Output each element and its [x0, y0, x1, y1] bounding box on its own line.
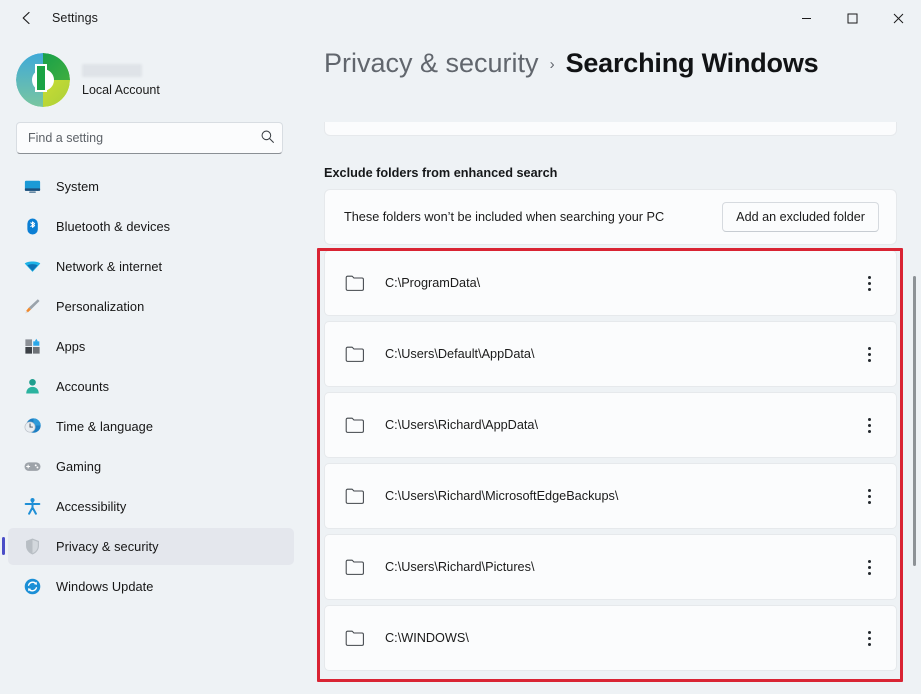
scrollbar[interactable] [913, 186, 916, 694]
folder-icon [344, 414, 366, 436]
add-excluded-folder-button[interactable]: Add an excluded folder [722, 202, 879, 232]
more-vertical-icon[interactable] [855, 339, 883, 369]
sidebar-item-label: Privacy & security [56, 539, 159, 554]
folder-path-label: C:\Users\Richard\Pictures\ [385, 560, 535, 574]
minimize-button[interactable] [783, 0, 829, 36]
wifi-icon [22, 257, 42, 277]
title-bar: Settings [0, 0, 921, 36]
arrow-left-icon [22, 11, 30, 25]
maximize-icon [847, 13, 857, 23]
account-text: Local Account [82, 53, 160, 107]
sidebar-item-accounts[interactable]: Accounts [8, 368, 294, 405]
more-vertical-icon[interactable] [855, 623, 883, 653]
close-icon [893, 13, 903, 23]
sidebar-item-personalization[interactable]: Personalization [8, 288, 294, 325]
folder-path-label: C:\ProgramData\ [385, 276, 481, 290]
sidebar-item-apps[interactable]: Apps [8, 328, 294, 365]
exclude-info-text: These folders won’t be included when sea… [344, 210, 665, 224]
sidebar-item-label: Personalization [56, 299, 145, 314]
breadcrumb: Privacy & security › Searching Windows [324, 48, 921, 79]
table-row[interactable]: C:\Users\Default\AppData\ [324, 321, 897, 387]
account-summary[interactable]: Local Account [0, 36, 300, 110]
sidebar-item-label: System [56, 179, 99, 194]
folder-path-label: C:\Users\Richard\MicrosoftEdgeBackups\ [385, 489, 619, 503]
search-container [16, 122, 284, 154]
sidebar-item-system[interactable]: System [8, 168, 294, 205]
more-vertical-icon[interactable] [855, 481, 883, 511]
content-pane: Privacy & security › Searching Windows E… [300, 36, 921, 694]
shield-icon [22, 537, 42, 557]
sidebar-item-label: Bluetooth & devices [56, 219, 171, 234]
previous-section-card-partial [324, 122, 897, 136]
gamepad-icon [22, 457, 42, 477]
section-title: Exclude folders from enhanced search [324, 166, 558, 180]
sidebar-item-label: Accounts [56, 379, 110, 394]
minimize-icon [801, 17, 811, 19]
more-vertical-icon[interactable] [855, 268, 883, 298]
folder-path-label: C:\WINDOWS\ [385, 631, 469, 645]
breadcrumb-parent-link[interactable]: Privacy & security [324, 48, 539, 79]
sidebar-item-time-language[interactable]: Time & language [8, 408, 294, 445]
paintbrush-icon [22, 297, 42, 317]
sidebar-item-label: Time & language [56, 419, 154, 434]
table-row[interactable]: C:\Users\Richard\Pictures\ [324, 534, 897, 600]
clock-globe-icon [22, 417, 42, 437]
avatar [16, 53, 70, 107]
sidebar-item-accessibility[interactable]: Accessibility [8, 488, 294, 525]
sidebar-item-bluetooth-devices[interactable]: Bluetooth & devices [8, 208, 294, 245]
sidebar-item-network-internet[interactable]: Network & internet [8, 248, 294, 285]
table-row[interactable]: C:\Users\Richard\MicrosoftEdgeBackups\ [324, 463, 897, 529]
settings-window: Settings Local Account Find a setting Sy… [0, 0, 921, 694]
window-body: Local Account Find a setting System Blue… [0, 36, 921, 694]
refresh-icon [22, 577, 42, 597]
sidebar-item-label: Gaming [56, 459, 102, 474]
person-icon [22, 377, 42, 397]
sidebar-item-label: Accessibility [56, 499, 127, 514]
sidebar-item-privacy-security[interactable]: Privacy & security [2, 528, 294, 565]
search-input[interactable] [16, 122, 283, 154]
sidebar: Local Account Find a setting System Blue… [0, 36, 300, 694]
folder-path-label: C:\Users\Richard\AppData\ [385, 418, 539, 432]
back-button[interactable] [10, 3, 44, 33]
more-vertical-icon[interactable] [855, 552, 883, 582]
folder-icon [344, 556, 366, 578]
excluded-folders-list: C:\ProgramData\ C:\Users\Default\AppData… [324, 250, 921, 671]
folder-path-label: C:\Users\Default\AppData\ [385, 347, 535, 361]
folder-icon [344, 627, 366, 649]
folder-icon [344, 485, 366, 507]
table-row[interactable]: C:\Users\Richard\AppData\ [324, 392, 897, 458]
sidebar-item-label: Windows Update [56, 579, 154, 594]
scrollbar-thumb[interactable] [913, 276, 916, 566]
settings-scroll-area[interactable]: Exclude folders from enhanced search The… [324, 94, 921, 694]
sidebar-item-gaming[interactable]: Gaming [8, 448, 294, 485]
apps-grid-icon [22, 337, 42, 357]
user-avatar-logo [16, 53, 70, 107]
table-row[interactable]: C:\WINDOWS\ [324, 605, 897, 671]
maximize-button[interactable] [829, 0, 875, 36]
folder-icon [344, 343, 366, 365]
more-vertical-icon[interactable] [855, 410, 883, 440]
window-title: Settings [52, 11, 98, 25]
page-title: Searching Windows [565, 48, 819, 78]
account-name-redacted [82, 63, 142, 77]
sidebar-item-label: Network & internet [56, 259, 163, 274]
accessibility-icon [22, 497, 42, 517]
bluetooth-icon [22, 217, 42, 237]
chevron-right-icon: › [549, 56, 555, 73]
monitor-icon [22, 177, 42, 197]
sidebar-item-windows-update[interactable]: Windows Update [8, 568, 294, 605]
account-type-label: Local Account [82, 82, 160, 97]
folder-icon [344, 272, 366, 294]
close-button[interactable] [875, 0, 921, 36]
sidebar-item-label: Apps [56, 339, 86, 354]
exclude-info-card: These folders won’t be included when sea… [324, 189, 897, 245]
sidebar-nav: System Bluetooth & devices Network & int… [0, 168, 300, 605]
table-row[interactable]: C:\ProgramData\ [324, 250, 897, 316]
